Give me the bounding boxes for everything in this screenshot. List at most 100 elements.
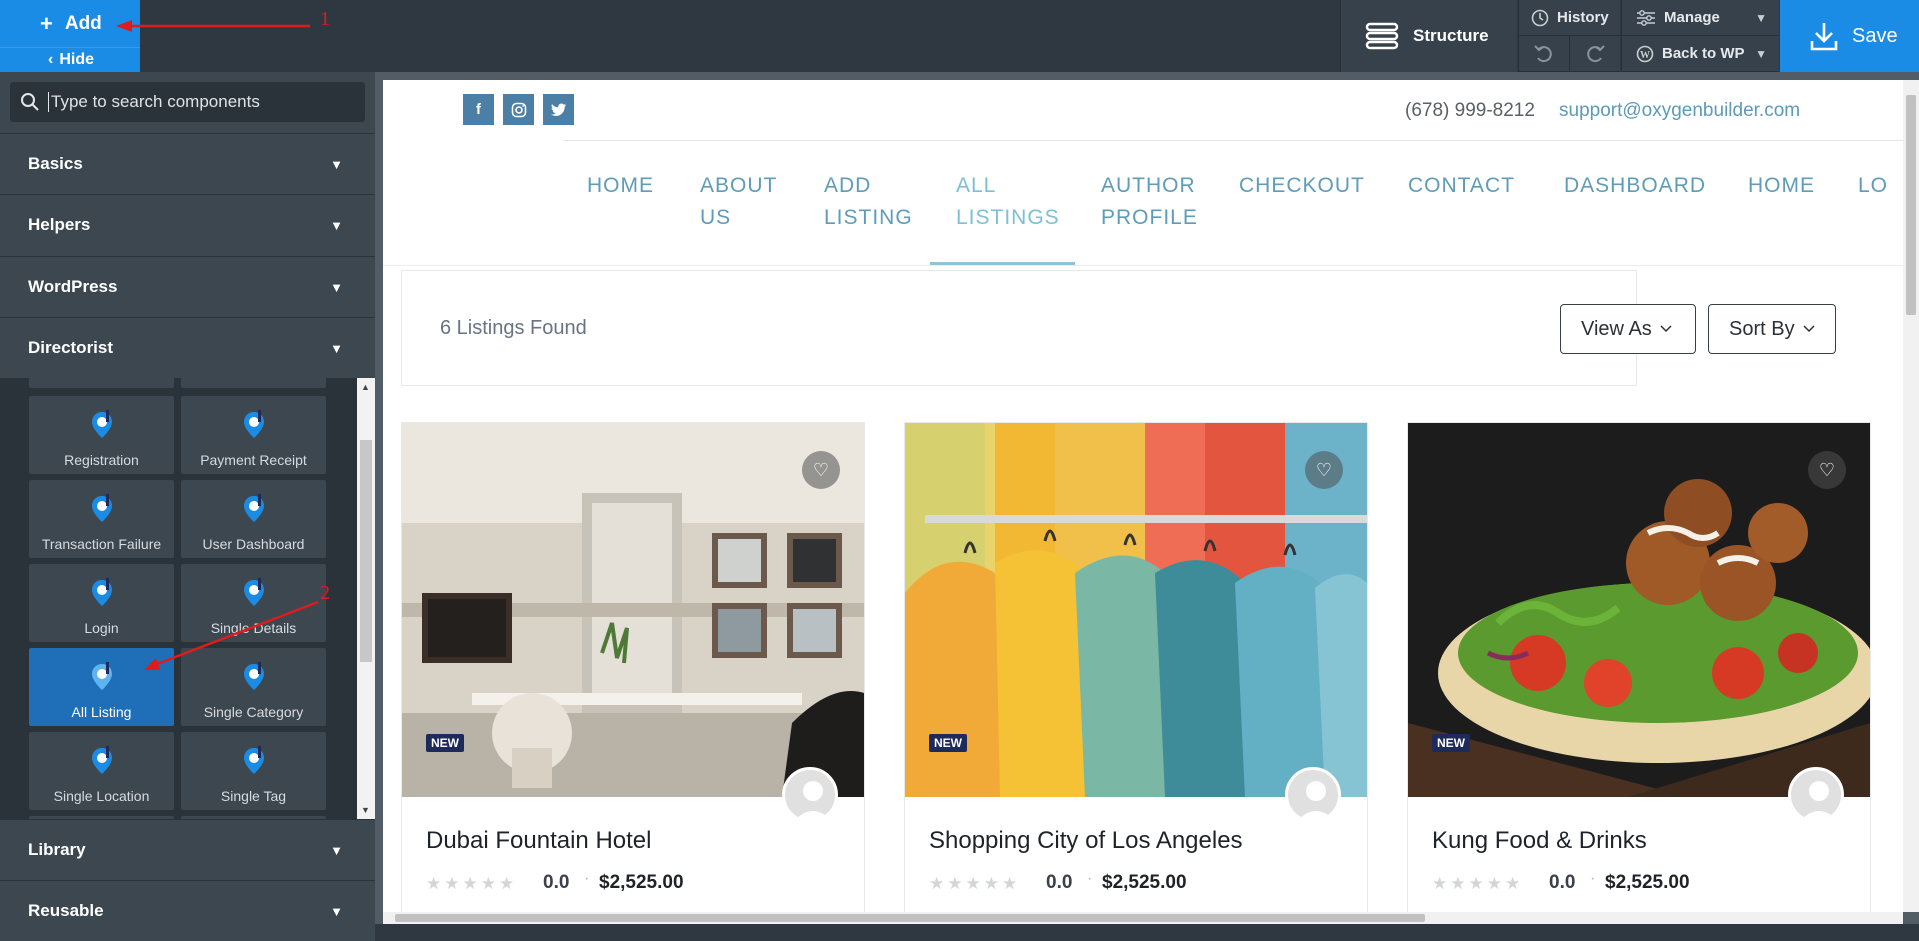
component-single-location[interactable]: Single Location: [29, 732, 174, 810]
component-single-details[interactable]: Single Details: [181, 564, 326, 642]
facebook-icon[interactable]: f: [463, 94, 494, 125]
nav-login-partial[interactable]: LO: [1858, 170, 1888, 202]
listing-title[interactable]: Dubai Fountain Hotel: [426, 827, 651, 855]
nav-about-us[interactable]: ABOUT US: [700, 170, 777, 234]
view-as-dropdown[interactable]: View As: [1560, 304, 1696, 354]
view-as-label: View As: [1581, 317, 1652, 340]
author-avatar[interactable]: [782, 767, 838, 823]
component-login[interactable]: Login: [29, 564, 174, 642]
component-registration[interactable]: Registration: [29, 396, 174, 474]
structure-label: Structure: [1413, 26, 1489, 45]
separator-dot: ·: [1087, 870, 1093, 887]
component-label: Registration: [64, 452, 139, 468]
component-user-dashboard[interactable]: User Dashboard: [181, 480, 326, 558]
contact-email[interactable]: support@oxygenbuilder.com: [1559, 100, 1800, 122]
directorist-pin-icon: [243, 410, 264, 438]
scroll-up-icon[interactable]: ▲: [361, 382, 370, 392]
listing-card[interactable]: ♡ NEW Dubai Fountain Hotel ★★★★★ 0.0 · $…: [401, 422, 865, 924]
page-horizontal-scrollbar[interactable]: [383, 912, 1903, 924]
nav-home[interactable]: HOME: [587, 170, 654, 202]
page-vertical-scrollbar[interactable]: [1903, 80, 1919, 912]
scrollbar-thumb[interactable]: [1906, 95, 1916, 315]
nav-dashboard[interactable]: DASHBOARD: [1564, 170, 1706, 202]
structure-button[interactable]: Structure: [1340, 0, 1517, 72]
manage-label: Manage: [1664, 9, 1720, 26]
chevron-down-icon: ▼: [330, 340, 343, 356]
hide-button[interactable]: ‹ Hide: [0, 47, 140, 72]
chevron-down-icon: [1803, 325, 1815, 333]
add-label: Add: [64, 12, 102, 34]
annotation-number-1: 1: [320, 8, 330, 30]
rating-stars: ★★★★★: [1432, 874, 1524, 893]
nav-all-listings[interactable]: ALL LISTINGS: [956, 170, 1060, 234]
component-all-listing[interactable]: All Listing: [29, 648, 174, 726]
category-reusable[interactable]: Reusable ▼: [0, 880, 375, 941]
nav-checkout[interactable]: CHECKOUT: [1239, 170, 1365, 202]
favorite-heart-icon[interactable]: ♡: [1305, 451, 1343, 489]
directorist-pin-icon: [91, 662, 112, 690]
favorite-heart-icon[interactable]: ♡: [802, 451, 840, 489]
nav-author-profile[interactable]: AUTHOR PROFILE: [1101, 170, 1198, 234]
instagram-icon[interactable]: [503, 94, 534, 125]
history-button[interactable]: History: [1518, 0, 1620, 36]
category-label: Reusable: [28, 901, 104, 920]
listing-card[interactable]: ♡ NEW Shopping City of Los Angeles ★★★★★…: [904, 422, 1368, 924]
listing-title[interactable]: Kung Food & Drinks: [1432, 827, 1647, 855]
category-library[interactable]: Library ▼: [0, 819, 375, 880]
chevron-down-icon: ▼: [330, 279, 343, 295]
listings-filter-bar: 6 Listings Found View As Sort By: [401, 270, 1836, 386]
nav-home-2[interactable]: HOME: [1748, 170, 1815, 202]
category-directorist[interactable]: Directorist ▼: [0, 317, 375, 378]
component-tile-partial: [29, 378, 174, 388]
chevron-down-icon: ▼: [330, 217, 343, 233]
directorist-pin-icon: [243, 662, 264, 690]
listing-image-clothing-rack[interactable]: [905, 423, 1367, 797]
nav-add-listing[interactable]: ADD LISTING: [824, 170, 913, 234]
favorite-heart-icon[interactable]: ♡: [1808, 451, 1846, 489]
directorist-components-list: Registration Payment Receipt Transaction…: [0, 378, 375, 819]
nav-contact[interactable]: CONTACT: [1408, 170, 1515, 202]
redo-button[interactable]: [1569, 36, 1620, 72]
back-to-wp-dropdown[interactable]: W Back to WP ▼: [1621, 36, 1779, 72]
listing-image-hotel-room[interactable]: [402, 423, 864, 797]
structure-icon: [1365, 22, 1399, 50]
listing-card[interactable]: ♡ NEW Kung Food & Drinks ★★★★★ 0.0 · $2,…: [1407, 422, 1871, 924]
top-toolbar: + Add ‹ Hide Structure History Manage ▼ …: [0, 0, 1919, 72]
listing-title[interactable]: Shopping City of Los Angeles: [929, 827, 1243, 855]
category-basics[interactable]: Basics ▼: [0, 133, 375, 194]
category-label: Helpers: [28, 215, 91, 234]
directorist-pin-icon: [243, 578, 264, 606]
rating-stars: ★★★★★: [426, 874, 518, 893]
scroll-down-icon[interactable]: ▼: [361, 805, 370, 815]
new-badge: NEW: [426, 734, 464, 752]
author-avatar[interactable]: [1788, 767, 1844, 823]
manage-dropdown[interactable]: Manage ▼: [1621, 0, 1779, 36]
sidebar-scrollbar[interactable]: ▲ ▼: [357, 378, 375, 819]
category-label: Directorist: [28, 338, 114, 357]
sort-by-dropdown[interactable]: Sort By: [1708, 304, 1836, 354]
scrollbar-thumb[interactable]: [360, 440, 372, 662]
add-button[interactable]: + Add: [0, 0, 140, 47]
component-label: All Listing: [71, 704, 132, 720]
component-search-input[interactable]: [48, 92, 358, 112]
undo-button[interactable]: [1518, 36, 1569, 72]
component-single-tag[interactable]: Single Tag: [181, 732, 326, 810]
download-icon: [1810, 23, 1838, 51]
component-payment-receipt[interactable]: Payment Receipt: [181, 396, 326, 474]
save-button[interactable]: Save: [1780, 0, 1919, 72]
component-transaction-failure[interactable]: Transaction Failure: [29, 480, 174, 558]
separator-dot: ·: [1590, 870, 1596, 887]
category-wordpress[interactable]: WordPress ▼: [0, 256, 375, 317]
chevron-down-icon: ▼: [330, 156, 343, 172]
author-avatar[interactable]: [1285, 767, 1341, 823]
category-label: WordPress: [28, 277, 118, 296]
directorist-pin-icon: [243, 494, 264, 522]
listing-image-falafel-wrap[interactable]: [1408, 423, 1870, 797]
component-label: Single Category: [203, 704, 304, 720]
chevron-down-icon: [1660, 325, 1672, 333]
category-helpers[interactable]: Helpers ▼: [0, 194, 375, 255]
search-icon: [21, 93, 39, 111]
scrollbar-thumb[interactable]: [395, 914, 1425, 922]
twitter-icon[interactable]: [543, 94, 574, 125]
component-single-category[interactable]: Single Category: [181, 648, 326, 726]
